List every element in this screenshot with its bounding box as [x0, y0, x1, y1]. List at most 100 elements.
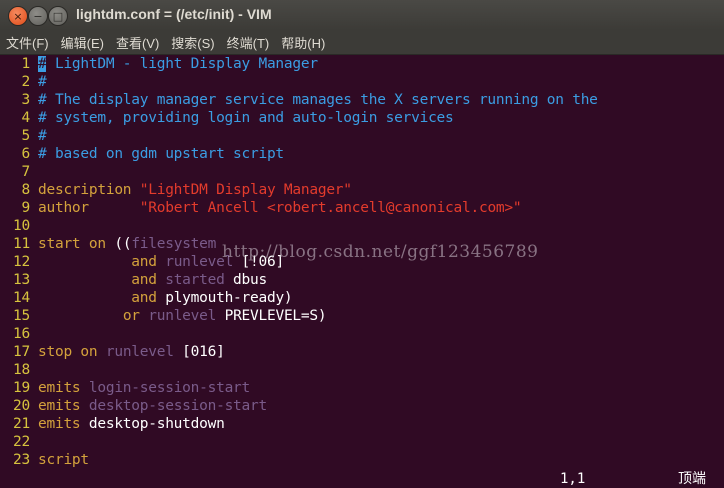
line-number: 16	[13, 326, 30, 342]
cursor-position: 1,1	[560, 471, 586, 487]
code-line[interactable]: 11 start on ((filesystem	[0, 235, 216, 253]
line-number: 12	[13, 254, 30, 270]
code-token: # system, providing login and auto-login…	[38, 110, 454, 126]
code-token: and	[131, 272, 157, 288]
code-token: "Robert Ancell <robert.ancell@canonical.…	[139, 200, 522, 216]
scroll-position: 顶端	[678, 471, 706, 487]
vim-status-line: 1,1 顶端	[0, 471, 724, 488]
code-line[interactable]: 5 #	[0, 127, 47, 145]
line-number: 7	[21, 164, 31, 180]
line-number: 17	[13, 344, 30, 360]
code-token: plymouth-ready)	[156, 290, 293, 306]
line-number: 15	[13, 308, 30, 324]
menu-edit[interactable]: 编辑(E)	[55, 33, 110, 52]
window-titlebar[interactable]: × − □ lightdm.conf = (/etc/init) - VIM	[0, 0, 724, 30]
code-line[interactable]: 17 stop on runlevel [016]	[0, 343, 225, 361]
code-line[interactable]: 4 # system, providing login and auto-logi…	[0, 109, 454, 127]
code-token: or	[122, 308, 140, 324]
vim-text-area[interactable]: 1 # LightDM - light Display Manager 2 #3 # T…	[0, 55, 724, 471]
code-token: emits	[38, 380, 81, 396]
code-token: runlevel	[148, 308, 217, 324]
line-number: 13	[13, 272, 30, 288]
line-number: 3	[21, 92, 31, 108]
code-token: PREVLEVEL=S)	[216, 308, 327, 324]
code-token: emits	[38, 398, 81, 414]
menu-view[interactable]: 查看(V)	[110, 33, 165, 52]
code-token: #	[38, 74, 47, 90]
line-number: 9	[21, 200, 31, 216]
code-line[interactable]: 1 # LightDM - light Display Manager	[0, 55, 318, 73]
line-number: 6	[21, 146, 31, 162]
code-token: # The display manager service manages th…	[38, 92, 598, 108]
code-token: emits	[38, 416, 81, 432]
line-number: 11	[13, 236, 30, 252]
code-line[interactable]: 6 # based on gdm upstart script	[0, 145, 285, 163]
code-line[interactable]: 23 script	[0, 451, 89, 469]
code-line[interactable]: 7	[0, 163, 38, 181]
line-number: 8	[21, 182, 31, 198]
code-line[interactable]: 13 and started dbus	[0, 271, 267, 289]
code-token: on	[88, 236, 106, 252]
line-number: 2	[21, 74, 31, 90]
line-number: 14	[13, 290, 30, 306]
code-line[interactable]: 10	[0, 217, 38, 235]
code-token: description	[38, 182, 132, 198]
code-line[interactable]: 20 emits desktop-session-start	[0, 397, 267, 415]
code-token: author	[38, 200, 89, 216]
code-token: login-session-start	[88, 380, 251, 396]
code-line[interactable]: 21 emits desktop-shutdown	[0, 415, 225, 433]
code-token: runlevel	[105, 344, 174, 360]
code-token: stop	[38, 344, 72, 360]
menu-search[interactable]: 搜索(S)	[165, 33, 220, 52]
line-number: 19	[13, 380, 30, 396]
menu-help[interactable]: 帮助(H)	[275, 33, 331, 52]
code-token: desktop-session-start	[88, 398, 267, 414]
code-token: # based on gdm upstart script	[38, 146, 284, 162]
code-line[interactable]: 3 # The display manager service manages t…	[0, 91, 598, 109]
code-line[interactable]: 18	[0, 361, 38, 379]
code-token: script	[38, 452, 89, 468]
code-token: "LightDM Display Manager"	[139, 182, 352, 198]
menu-file[interactable]: 文件(F)	[0, 33, 55, 52]
code-token: filesystem	[131, 236, 217, 252]
code-line[interactable]: 14 and plymouth-ready)	[0, 289, 293, 307]
code-token: #	[38, 128, 47, 144]
line-number: 1	[21, 56, 31, 72]
minimize-icon: −	[33, 9, 43, 23]
code-token: desktop-shutdown	[80, 416, 225, 432]
menu-terminal[interactable]: 终端(T)	[221, 33, 276, 52]
code-token: start	[38, 236, 81, 252]
watermark-text: http://blog.csdn.net/ggf123456789	[222, 242, 539, 262]
line-number: 10	[13, 218, 30, 234]
code-line[interactable]: 8 description "LightDM Display Manager"	[0, 181, 353, 199]
code-line[interactable]: 15 or runlevel PREVLEVEL=S)	[0, 307, 327, 325]
maximize-icon: □	[52, 9, 64, 23]
line-number: 18	[13, 362, 30, 378]
code-token: LightDM - light Display Manager	[46, 56, 318, 72]
code-token: [016]	[173, 344, 225, 360]
line-number: 23	[13, 452, 30, 468]
code-line[interactable]: 2 #	[0, 73, 47, 91]
line-number: 22	[13, 434, 30, 450]
code-line[interactable]: 9 author "Robert Ancell <robert.ancell@ca…	[0, 199, 522, 217]
code-line[interactable]: 22	[0, 433, 38, 451]
code-line[interactable]: 19 emits login-session-start	[0, 379, 250, 397]
line-number: 5	[21, 128, 31, 144]
maximize-window-button[interactable]: □	[48, 6, 68, 26]
minimize-window-button[interactable]: −	[28, 6, 48, 26]
code-token: on	[80, 344, 98, 360]
menu-bar: 文件(F) 编辑(E) 查看(V) 搜索(S) 终端(T) 帮助(H)	[0, 30, 724, 55]
close-window-button[interactable]: ×	[8, 6, 28, 26]
code-line[interactable]: 16	[0, 325, 38, 343]
window-title: lightdm.conf = (/etc/init) - VIM	[76, 6, 272, 22]
